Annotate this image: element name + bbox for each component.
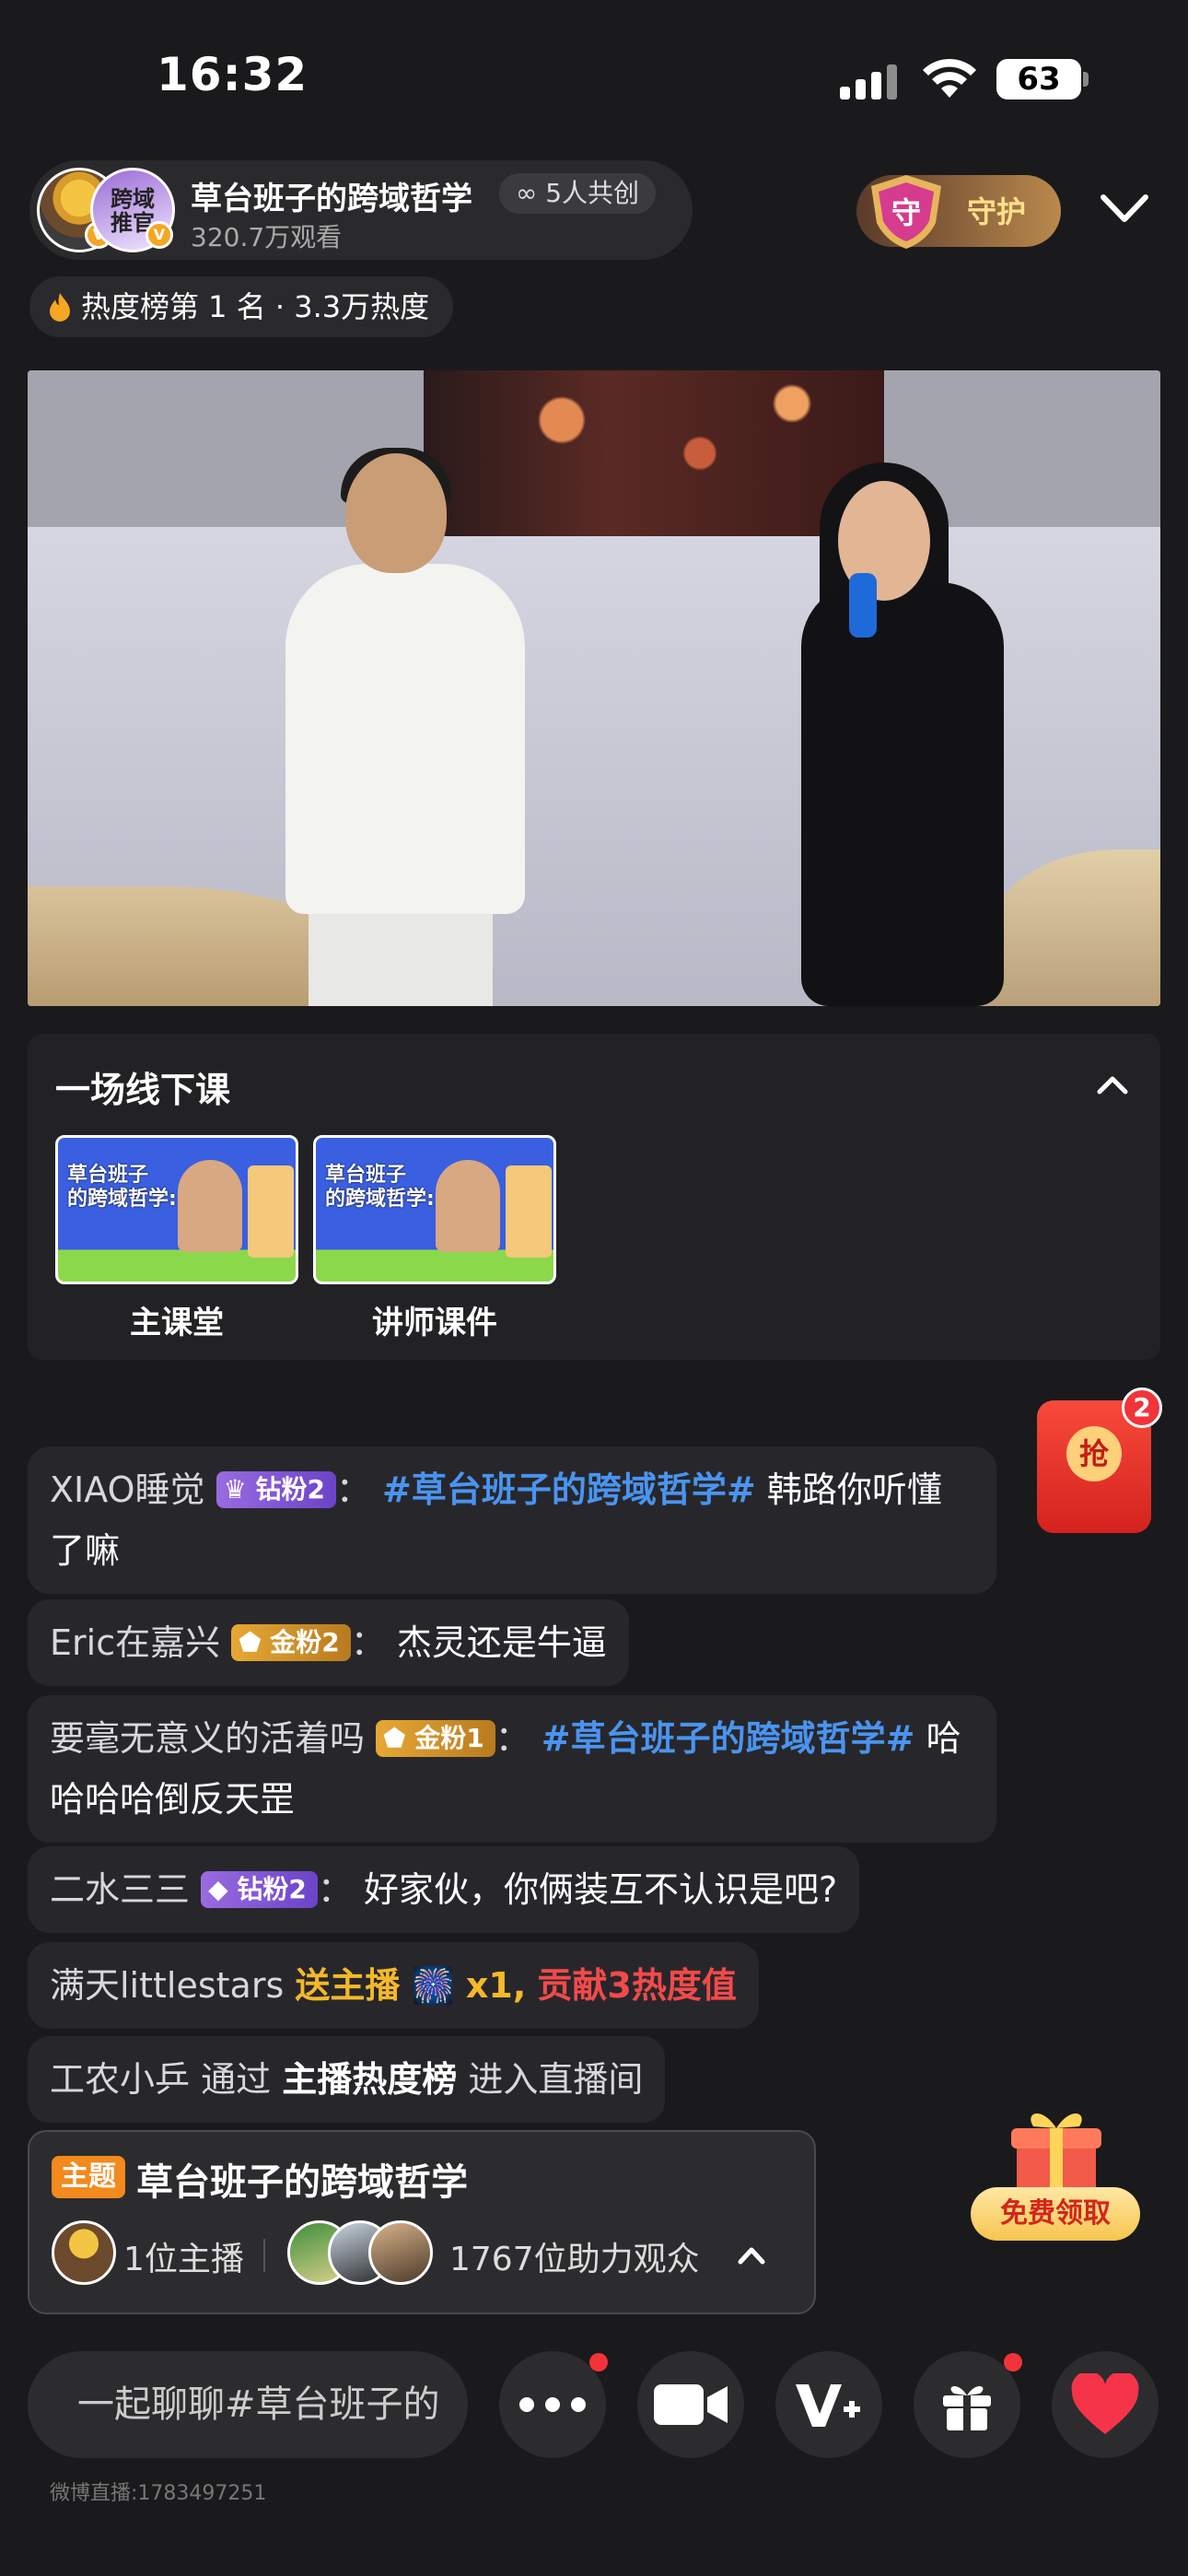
fan-badge: ⬟ 金粉2: [231, 1624, 351, 1661]
cellular-signal-icon: [840, 64, 897, 100]
gift-message[interactable]: 满天littlestars 送主播 🎆 x1, 贡献3热度值: [28, 1942, 759, 2029]
video-call-button[interactable]: [637, 2351, 744, 2458]
gift-icon: [943, 2385, 991, 2430]
vip-plus-icon: [796, 2384, 860, 2427]
live-video[interactable]: [28, 370, 1160, 1006]
fan-badge: ♛ 钻粉2: [215, 1471, 336, 1508]
fan-badge: ◆ 钻粉2: [201, 1871, 318, 1908]
comment-item[interactable]: XIAO睡觉 ♛ 钻粉2： #草台班子的跨域哲学# 韩路你听懂了嘛: [28, 1446, 996, 1594]
more-icon: [519, 2397, 586, 2412]
free-claim-button[interactable]: 免费领取: [971, 2187, 1140, 2241]
comment-item[interactable]: 要毫无意义的活着吗 ⬟ 金粉1： #草台班子的跨域哲学# 哈哈哈哈倒反天罡: [28, 1695, 996, 1843]
room-id: 微博直播:1783497251: [50, 2482, 267, 2505]
divider: [263, 2239, 265, 2272]
notification-dot: [589, 2353, 608, 2371]
battery-indicator: 63: [996, 59, 1081, 100]
comment-item[interactable]: 二水三三 ◆ 钻粉2： 好家伙，你俩装互不认识是吧?: [28, 1846, 860, 1933]
gift-item-icon: 🎆: [411, 1965, 455, 2006]
co-create-badge[interactable]: ∞ 5人共创: [499, 173, 657, 214]
host-mini-avatar[interactable]: [52, 2220, 116, 2285]
topic-host-count: 1位主播: [123, 2241, 244, 2278]
enter-message[interactable]: 工农小乒 通过 主播热度榜 进入直播间: [28, 2036, 666, 2123]
course-thumb-slides[interactable]: 草台班子 的跨域哲学:): [313, 1135, 556, 1284]
like-button[interactable]: [1052, 2351, 1159, 2458]
course-label-slides: 讲师课件: [372, 1305, 497, 1341]
host-name[interactable]: 草台班子的跨域哲学: [191, 173, 472, 218]
topic-tag: 主题: [52, 2156, 125, 2198]
chat-input[interactable]: 一起聊聊#草台班子的: [28, 2351, 468, 2458]
course-label-main: 主课堂: [130, 1305, 224, 1341]
link-icon: ∞: [516, 178, 546, 208]
hashtag-link[interactable]: #草台班子的跨域哲学#: [542, 1718, 915, 1759]
guard-shield-char: 守: [891, 195, 921, 230]
course-title: 一场线下课: [55, 1070, 231, 1110]
topic-audience-count: 1767位助力观众: [449, 2241, 700, 2278]
red-packet-label: 抢: [1066, 1426, 1122, 1481]
status-time: 16:32: [157, 48, 309, 101]
hot-rank-pill[interactable]: 热度榜第 1 名 · 3.3万热度: [29, 276, 454, 337]
audience-avatar[interactable]: [368, 2220, 433, 2285]
chevron-up-icon[interactable]: [1096, 1071, 1129, 1097]
course-thumb-main[interactable]: 草台班子 的跨域哲学:): [55, 1135, 298, 1284]
chevron-down-icon[interactable]: [1100, 190, 1149, 227]
red-packet-count: 2: [1122, 1388, 1162, 1428]
hot-rank-text: 热度榜第 1 名 · 3.3万热度: [81, 289, 430, 324]
guard-label: 守护: [967, 194, 1027, 229]
heart-icon: [1071, 2373, 1139, 2434]
verified-badge-icon: V: [146, 221, 173, 249]
wifi-icon: [923, 58, 976, 98]
guard-shield-icon: 守: [871, 175, 941, 249]
battery-tip: [1083, 72, 1089, 87]
flame-icon: [50, 293, 70, 322]
notification-dot: [1004, 2353, 1022, 2371]
comment-item[interactable]: Eric在嘉兴 ⬟ 金粉2： 杰灵还是牛逼: [28, 1599, 629, 1686]
camera-icon: [654, 2384, 728, 2425]
fan-badge: ⬟ 金粉1: [376, 1720, 495, 1757]
viewer-count: 320.7万观看: [191, 222, 343, 252]
gift-box-icon[interactable]: [1006, 2099, 1107, 2200]
vip-button[interactable]: [775, 2351, 882, 2458]
chevron-up-icon[interactable]: [737, 2244, 766, 2266]
hashtag-link[interactable]: #草台班子的跨域哲学#: [382, 1469, 756, 1510]
topic-title: 草台班子的跨域哲学: [136, 2161, 468, 2204]
